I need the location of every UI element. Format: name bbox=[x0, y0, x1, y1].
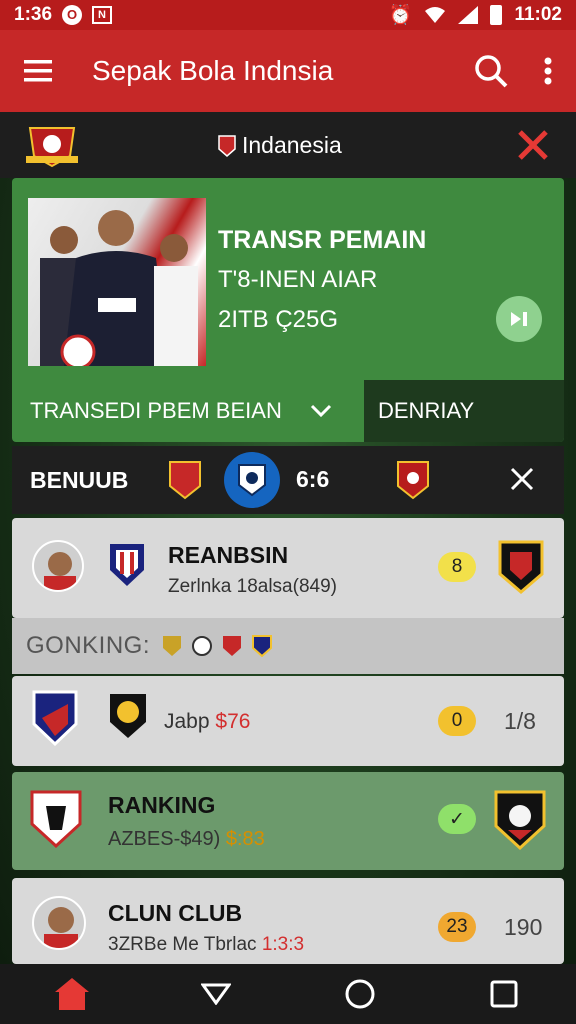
notification-n-icon: N bbox=[92, 6, 113, 24]
team-b-crest-icon bbox=[238, 464, 266, 497]
match-label: BENUUB bbox=[30, 466, 129, 493]
list-item-card[interactable]: CLUN CLUB 3ZRBe Me Tbrlac 1:3:3 23 190 bbox=[12, 878, 564, 964]
players-photo bbox=[28, 198, 206, 366]
club-name: REANBSIN bbox=[168, 542, 289, 568]
home-nav[interactable] bbox=[42, 964, 102, 1024]
team-a-crest-icon bbox=[169, 461, 201, 500]
close-icon[interactable] bbox=[516, 128, 550, 162]
transfer-title: TRANSR PEMAIN bbox=[218, 226, 427, 254]
club-detail: AZBES-$49) $:83 bbox=[108, 828, 265, 851]
count-badge: 0 bbox=[438, 706, 476, 736]
battery-icon bbox=[490, 5, 503, 25]
signal-icon bbox=[458, 6, 479, 24]
team-header: Indanesia bbox=[0, 112, 576, 178]
club-detail-prefix: Jabp bbox=[164, 710, 210, 733]
status-time-left: 1:36 bbox=[14, 4, 53, 25]
transfer-tab-label: TRANSEDI PBEM BEIAN bbox=[30, 398, 282, 423]
transfer-subtitle: T'8-INEN AIAR bbox=[218, 266, 378, 293]
skip-icon bbox=[511, 312, 527, 326]
play-button[interactable] bbox=[496, 296, 542, 342]
ranking-title: RANKING bbox=[108, 792, 216, 818]
flag-badge-icon bbox=[218, 134, 236, 157]
club-crest-right-icon bbox=[498, 540, 544, 594]
recents-square-icon bbox=[490, 980, 518, 1008]
club-crest-right-icon bbox=[494, 790, 546, 850]
back-nav[interactable] bbox=[186, 964, 246, 1024]
mini-crest-icon bbox=[223, 636, 242, 656]
menu-icon[interactable] bbox=[24, 59, 52, 83]
club-detail: Zerlnka 18alsa(849) bbox=[168, 576, 337, 597]
team-name: Indanesia bbox=[242, 132, 342, 158]
alarm-icon: ⏰ bbox=[388, 5, 413, 26]
team-c-crest-icon bbox=[397, 461, 429, 500]
club-detail-value: 1:3:3 bbox=[261, 934, 305, 955]
list-item-card[interactable]: RANKING AZBES-$49) $:83 ✓ bbox=[12, 772, 564, 870]
club-detail-value: $76 bbox=[215, 710, 251, 733]
back-triangle-icon bbox=[201, 983, 231, 1005]
count-badge: 23 bbox=[438, 912, 476, 942]
club-shield-icon bbox=[32, 690, 78, 746]
recents-nav[interactable] bbox=[474, 964, 534, 1024]
details-tab-label: DENRIAY bbox=[378, 398, 475, 423]
home-icon bbox=[55, 978, 89, 1010]
club-crest-icon bbox=[26, 127, 78, 168]
club-name: CLUN CLUB bbox=[108, 900, 243, 926]
list-item-card[interactable]: Jabp $76 0 1/8 bbox=[12, 676, 564, 766]
close-match-icon[interactable] bbox=[509, 466, 535, 492]
chevron-down-icon bbox=[310, 404, 331, 418]
transfer-fee: 2ITB Ç25G bbox=[218, 306, 339, 333]
club-detail-prefix: 3ZRBe Me Tbrlac bbox=[108, 934, 257, 955]
app-bar: Sepak Bola Indnsia bbox=[0, 30, 576, 112]
status-bar: 1:36 O N ⏰ 11:02 bbox=[0, 0, 576, 30]
match-bar[interactable]: BENUUB 6:6 bbox=[12, 446, 564, 514]
club-detail-value: $:83 bbox=[225, 828, 265, 850]
app-title: Sepak Bola Indnsia bbox=[92, 55, 334, 86]
rank-value: 190 bbox=[504, 914, 543, 940]
more-vert-icon[interactable] bbox=[544, 57, 552, 85]
player-avatar bbox=[32, 896, 86, 950]
status-time-right: 11:02 bbox=[514, 4, 562, 25]
transfer-tab[interactable]: TRANSEDI PBEM BEIAN bbox=[12, 380, 364, 442]
search-icon[interactable] bbox=[474, 54, 508, 88]
match-score: 6:6 bbox=[296, 466, 330, 492]
team-b-badge bbox=[224, 452, 280, 508]
details-tab[interactable]: DENRIAY bbox=[364, 380, 564, 442]
mini-crest-icon bbox=[163, 636, 182, 656]
club-detail-prefix: AZBES-$49) bbox=[108, 828, 221, 850]
club-shield-icon bbox=[30, 790, 82, 848]
club-detail: 3ZRBe Me Tbrlac 1:3:3 bbox=[108, 934, 304, 956]
club-shield-icon bbox=[110, 544, 144, 586]
list-item-card[interactable]: REANBSIN Zerlnka 18alsa(849) 8 bbox=[12, 518, 564, 618]
club-detail: Jabp $76 bbox=[164, 710, 250, 734]
player-avatar bbox=[32, 540, 84, 592]
notification-icon: O bbox=[62, 5, 83, 25]
check-badge: ✓ bbox=[438, 804, 476, 834]
club-seal-icon bbox=[110, 694, 146, 738]
home-circle-icon bbox=[345, 979, 375, 1009]
rank-value: 1/8 bbox=[504, 708, 536, 734]
system-nav-bar bbox=[0, 964, 576, 1024]
count-badge: 8 bbox=[438, 552, 476, 582]
wifi-icon bbox=[425, 7, 446, 23]
transfer-card[interactable]: TRANSR PEMAIN T'8-INEN AIAR 2ITB Ç25G TR… bbox=[12, 178, 564, 442]
mini-crest-icon bbox=[192, 636, 213, 656]
ranking-label: GONKING: bbox=[26, 632, 151, 659]
home-circle-nav[interactable] bbox=[330, 964, 390, 1024]
mini-crest-icon bbox=[252, 635, 273, 657]
ranking-row: GONKING: bbox=[12, 618, 564, 674]
